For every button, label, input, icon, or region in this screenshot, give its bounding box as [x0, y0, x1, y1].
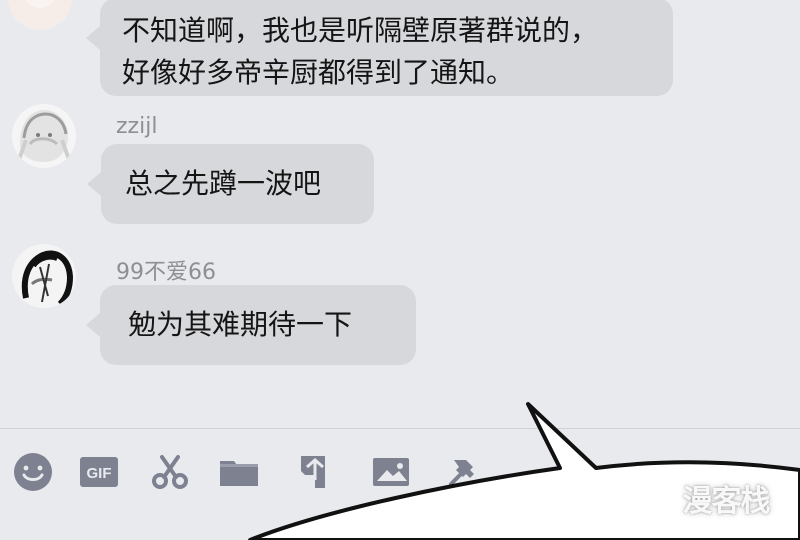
- gif-icon: GIF: [80, 457, 118, 487]
- pin-icon: [449, 460, 474, 486]
- chat-area: 不知道啊，我也是听隔壁原著群说的， 好像好多帝辛厨都得到了通知。 zzijl 总…: [0, 0, 800, 430]
- folder-button[interactable]: [214, 447, 264, 497]
- gif-label: GIF: [87, 465, 112, 482]
- folder-icon: [220, 461, 258, 486]
- message-bubble-1: 不知道啊，我也是听隔壁原著群说的， 好像好多帝辛厨都得到了通知。: [86, 0, 673, 96]
- message-1-line-1: 不知道啊，我也是听隔壁原著群说的，: [122, 14, 599, 47]
- gif-button[interactable]: GIF: [74, 447, 124, 497]
- message-bubble-3: 勉为其难期待一下: [86, 285, 416, 365]
- pin-button[interactable]: [437, 447, 487, 497]
- emoji-icon: [14, 453, 52, 491]
- avatar-99buai66[interactable]: [12, 244, 76, 308]
- username-zzijl: zzijl: [116, 114, 158, 139]
- message-1-line-2: 好像好多帝辛厨都得到了通知。: [122, 56, 515, 89]
- scissors-icon: [152, 455, 188, 489]
- scissors-button[interactable]: [145, 447, 195, 497]
- share-button[interactable]: [288, 447, 338, 497]
- image-button[interactable]: [366, 447, 416, 497]
- image-icon: [373, 458, 409, 486]
- message-bubble-2: 总之先蹲一波吧: [87, 144, 374, 224]
- username-99buai66: 99不爱66: [116, 260, 216, 285]
- share-icon: [301, 456, 325, 488]
- watermark-logo: 漫客栈: [682, 484, 771, 519]
- emoji-button[interactable]: [8, 447, 58, 497]
- avatar-zzijl[interactable]: [12, 104, 76, 168]
- message-2-text: 总之先蹲一波吧: [125, 167, 322, 200]
- message-3-text: 勉为其难期待一下: [128, 308, 353, 341]
- avatar-top-user[interactable]: [8, 0, 72, 30]
